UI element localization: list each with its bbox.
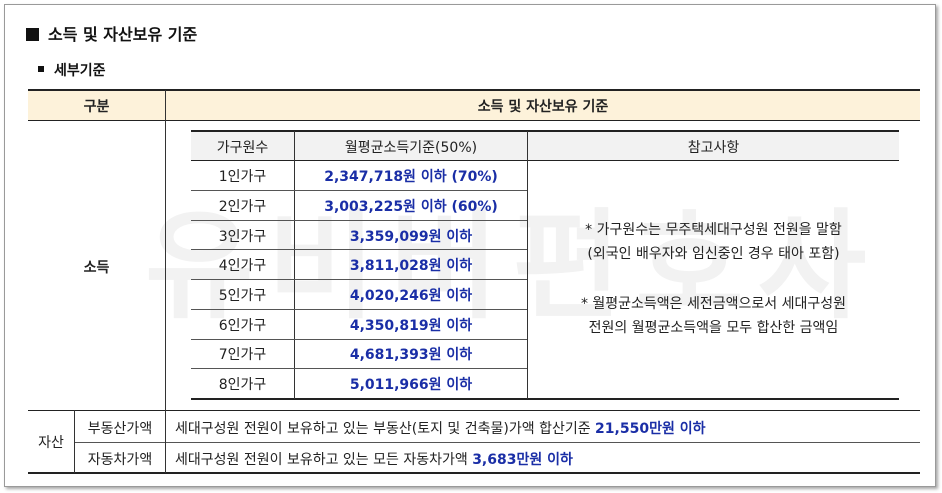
- income-header-notes: 참고사항: [687, 140, 740, 156]
- row-separator: [191, 279, 527, 280]
- note-line: 전원의 월평균소득액을 모두 합산한 금액임: [588, 320, 839, 336]
- square-bullet-icon: [26, 28, 39, 41]
- income-amount: 4,681,393원 이하: [349, 347, 473, 363]
- household-label: 1인가구: [218, 169, 267, 185]
- income-amount: 4,350,819원 이하: [349, 318, 473, 334]
- household-label: 4인가구: [218, 258, 267, 274]
- row-separator: [191, 220, 527, 221]
- income-label: 소득: [83, 260, 110, 276]
- vehicle-criteria: 세대구성원 전원이 보유하고 있는 모든 자동차가액 3,683만원 이하: [175, 449, 573, 469]
- section-title-text: 소득 및 자산보유 기준: [48, 25, 198, 44]
- row-separator: [191, 368, 527, 369]
- vehicle-label: 자동차가액: [87, 452, 153, 468]
- household-label: 2인가구: [218, 199, 267, 215]
- asset-top-border: [28, 410, 920, 411]
- table-top-border: [28, 89, 920, 91]
- income-table-top-border: [191, 130, 899, 132]
- section-title: 소득 및 자산보유 기준: [26, 21, 197, 45]
- row-separator: [191, 190, 527, 191]
- table-header-bottom-border: [28, 120, 920, 121]
- real-estate-limit: 21,550만원 이하: [595, 421, 706, 437]
- table-bottom-border: [28, 472, 920, 474]
- note-line: * 가구원수는 무주택세대구성원 전원을 말함: [585, 222, 842, 238]
- income-table-bottom-border: [191, 398, 899, 400]
- header-category: 구분: [83, 99, 110, 115]
- income-amount: 4,020,246원 이하: [349, 288, 473, 304]
- household-label: 5인가구: [218, 288, 267, 304]
- note-household-definition: * 가구원수는 무주택세대구성원 전원을 말함 (외국인 배우자와 임신중인 경…: [528, 218, 899, 266]
- row-separator: [191, 339, 527, 340]
- vehicle-desc: 세대구성원 전원이 보유하고 있는 모든 자동차가액: [175, 452, 473, 468]
- income-amount: 2,347,718원 이하 (70%): [324, 169, 498, 185]
- header-criteria: 소득 및 자산보유 기준: [477, 99, 609, 115]
- real-estate-criteria: 세대구성원 전원이 보유하고 있는 부동산(토지 및 건축물)가액 합산기준 2…: [175, 418, 705, 438]
- income-amount: 5,011,966원 이하: [349, 377, 473, 393]
- real-estate-desc: 세대구성원 전원이 보유하고 있는 부동산(토지 및 건축물)가액 합산기준: [175, 421, 596, 437]
- vehicle-limit: 3,683만원 이하: [472, 452, 573, 468]
- household-label: 3인가구: [218, 229, 267, 245]
- income-header-household: 가구원수: [216, 140, 269, 156]
- asset-row-separator: [75, 442, 920, 443]
- note-line: * 월평균소득액은 세전금액으로서 세대구성원: [580, 296, 847, 312]
- household-label: 8인가구: [218, 377, 267, 393]
- small-square-bullet-icon: [38, 66, 44, 72]
- income-header-amount: 월평균소득기준(50%): [344, 140, 478, 156]
- income-amount: 3,359,099원 이하: [349, 229, 473, 245]
- note-income-definition: * 월평균소득액은 세전금액으로서 세대구성원 전원의 월평균소득액을 모두 합…: [528, 292, 899, 340]
- income-amount: 3,003,225원 이하 (60%): [324, 199, 498, 215]
- real-estate-label: 부동산가액: [87, 421, 153, 437]
- household-label: 6인가구: [218, 318, 267, 334]
- income-table-header-border: [191, 160, 899, 161]
- note-line: (외국인 배우자와 임신중인 경우 태아 포함): [587, 246, 840, 262]
- subsection-title: 세부기준: [38, 60, 106, 80]
- asset-label: 자산: [38, 435, 64, 451]
- row-separator: [191, 249, 527, 250]
- asset-col-divider-2: [165, 410, 166, 473]
- income-amount: 3,811,028원 이하: [349, 258, 473, 274]
- table-column-divider: [165, 90, 166, 410]
- row-separator: [191, 309, 527, 310]
- subsection-title-text: 세부기준: [54, 63, 106, 79]
- household-label: 7인가구: [218, 347, 267, 363]
